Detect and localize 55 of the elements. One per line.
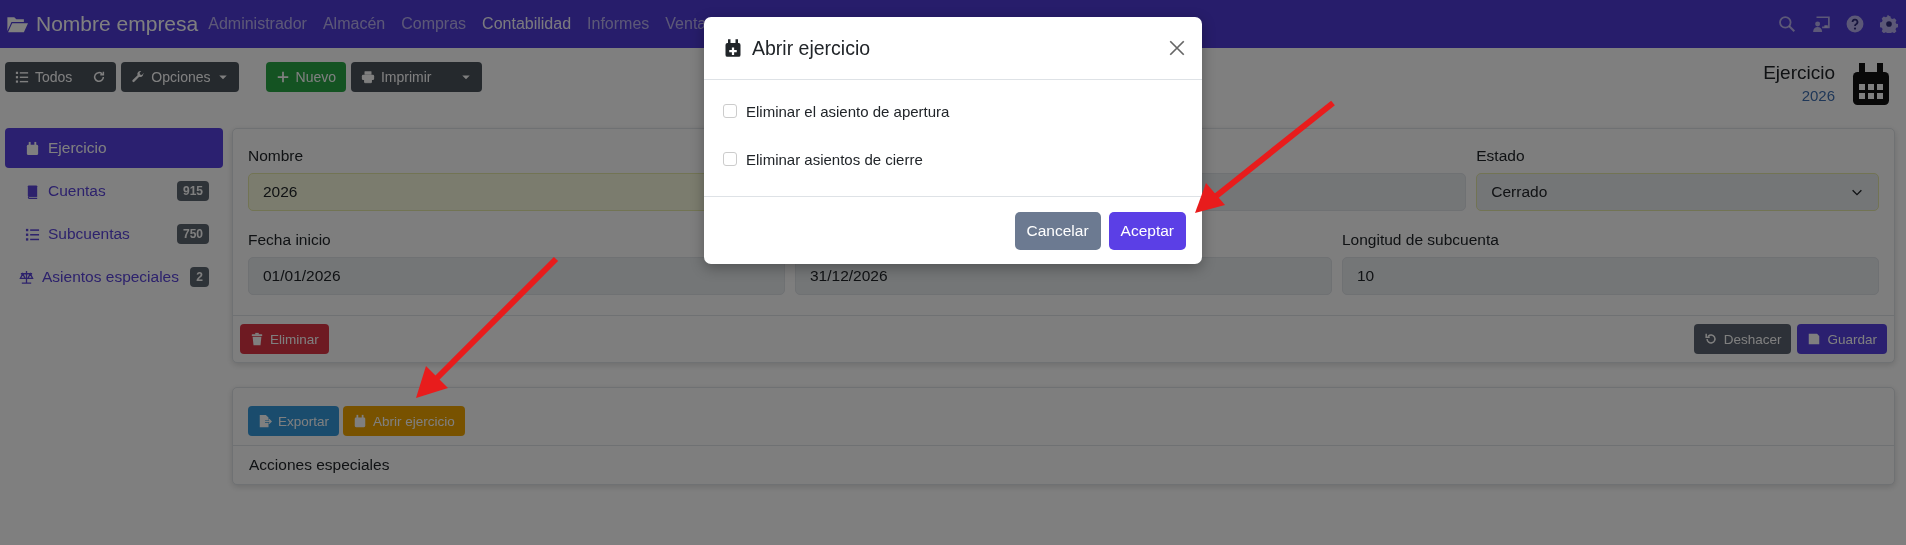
refresh-icon [92,70,107,84]
action-button[interactable]: Eliminar [240,324,329,354]
sidebar-item[interactable]: Cuentas 915 [5,171,223,211]
cancel-button[interactable]: Cancelar [1014,212,1101,250]
action-button[interactable]: Guardar [1797,324,1887,354]
action-button[interactable]: Exportar [248,406,340,436]
scale-icon [19,269,34,285]
page-title: Ejercicio [1763,62,1835,84]
page-subtitle: 2026 [1800,87,1835,104]
calendar-icon [25,140,40,156]
field-label: Nombre [248,147,304,166]
sidebar-item[interactable]: Asientos especiales 2 [5,257,223,297]
nav-menu-item[interactable]: Contabilidad [482,15,572,33]
toolbar-button[interactable]: Nuevo [265,62,346,92]
toolbar-button[interactable]: Imprimir [351,62,482,92]
dialog-title: Abrir ejercicio [752,36,872,60]
brand-name[interactable]: Nombre empresa [36,12,199,36]
list-icon [25,226,40,242]
close-button[interactable] [1168,39,1186,57]
undo-icon [1703,332,1718,346]
field-label: Fecha inicio [248,231,331,250]
sidebar-item-label: Cuentas [48,182,107,200]
input-field[interactable]: 10 [1342,257,1879,295]
card-footer-text: Acciones especiales [248,455,391,475]
wrench-icon [131,70,146,84]
checkbox[interactable] [723,104,737,118]
checkbox-label: Eliminar asientos de cierre [746,150,923,168]
input-field[interactable]: 01/01/2026 [248,257,785,295]
field-label: Estado [1476,147,1525,166]
sidebar-item-label: Ejercicio [48,139,108,157]
book-icon [25,183,40,199]
close-icon [1168,39,1186,57]
calendar-plus-icon [353,414,368,428]
toolbar-button[interactable]: Opciones [121,62,239,92]
count-badge: 2 [190,267,209,287]
calendar-plus-icon [723,38,743,58]
action-button[interactable]: Abrir ejercicio [343,406,465,436]
sidebar-item[interactable]: Ejercicio [5,128,223,168]
sidebar-item-label: Subcuentas [48,225,131,243]
sidebar-item-label: Asientos especiales [42,268,180,286]
printer-icon [361,70,375,84]
select-field[interactable]: Cerrado [1476,173,1879,211]
plus-icon [275,70,290,84]
trash-icon [250,332,264,346]
field-label: Longitud de subcuenta [1342,231,1499,250]
toolbar-button[interactable]: Todos [5,62,117,92]
accept-button[interactable]: Aceptar [1108,212,1186,250]
action-button[interactable]: Deshacer [1693,324,1792,354]
checkbox-label: Eliminar el asiento de apertura [746,102,950,120]
sidebar-item[interactable]: Subcuentas 750 [5,214,223,254]
checkbox[interactable] [723,152,737,166]
file-export-icon [258,414,272,428]
count-badge: 750 [176,224,209,244]
count-badge: 915 [176,181,209,201]
list-icon [15,70,29,84]
